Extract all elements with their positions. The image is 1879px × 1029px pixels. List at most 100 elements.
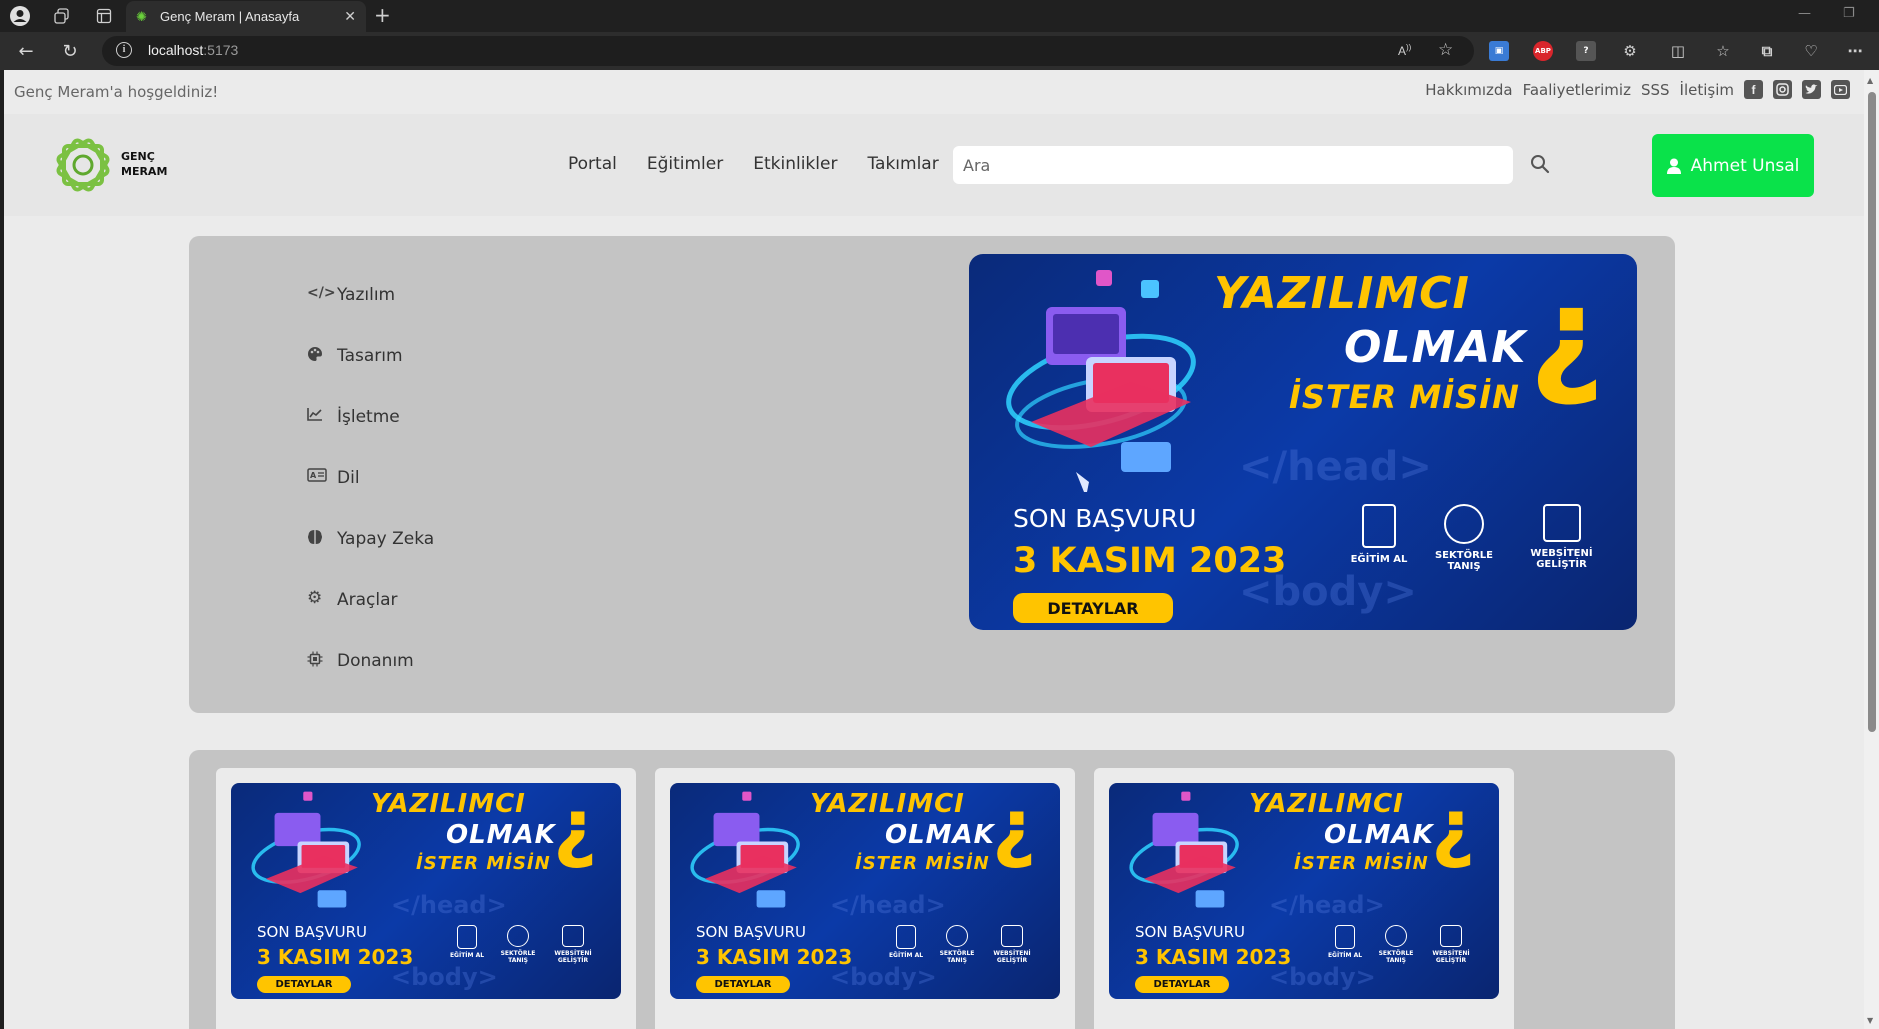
page-scrollbar[interactable]: ▲ ▼	[1864, 70, 1879, 1029]
banner-details-button[interactable]: DETAYLAR	[696, 976, 790, 993]
code-icon: </>	[307, 284, 336, 301]
category-label: Dil	[337, 467, 360, 488]
address-bar[interactable]: i localhost:5173 A)) ☆	[102, 36, 1474, 66]
twitter-icon[interactable]	[1802, 80, 1821, 99]
banner-headline-3: İSTER MİSİN	[416, 853, 551, 874]
tab-actions-icon[interactable]	[92, 4, 116, 28]
extension-unknown-icon[interactable]: ?	[1576, 41, 1596, 61]
banner-yazilimci: </head> <body> YAZILIMCI OLMAK İSTER MİS…	[670, 783, 1060, 999]
profile-icon[interactable]	[8, 4, 32, 28]
developer-illustration-icon	[1006, 270, 1196, 492]
browser-tab-active[interactable]: ✺ Genç Meram | Anasayfa ✕	[126, 1, 366, 32]
banner-feature-education: EĞİTİM AL	[443, 925, 491, 959]
category-item-business[interactable]: İşletme	[307, 386, 434, 447]
page-viewport: Genç Meram'a hoşgeldiniz! Hakkımızda Faa…	[4, 70, 1864, 1029]
svg-text:A: A	[310, 471, 317, 480]
scrollbar-thumb[interactable]	[1868, 92, 1876, 732]
settings-more-icon[interactable]: ⋯	[1845, 41, 1865, 61]
split-screen-icon[interactable]: ◫	[1668, 41, 1688, 61]
banner-deadline-date: 3 KASIM 2023	[1135, 945, 1292, 969]
scroll-down-icon[interactable]: ▼	[1867, 1016, 1873, 1025]
banner-question-mark: ¿	[1431, 783, 1476, 871]
banner-yazilimci: </head> <body> YAZILIMCI OLMAK İSTER MİS…	[231, 783, 621, 999]
banner-headline-3: İSTER MİSİN	[1289, 378, 1520, 416]
link-about[interactable]: Hakkımızda	[1425, 81, 1512, 99]
category-item-design[interactable]: Tasarım	[307, 325, 434, 386]
banner-details-button[interactable]: DETAYLAR	[1135, 976, 1229, 993]
category-label: Donanım	[337, 650, 414, 671]
category-item-language[interactable]: A Dil	[307, 447, 434, 508]
minimize-icon[interactable]: —	[1798, 6, 1811, 21]
banner-feature-sector: SEKTÖRLE TANIŞ	[494, 925, 542, 964]
banner-bg-text: </head>	[1239, 444, 1432, 490]
banner-headline-3: İSTER MİSİN	[855, 853, 990, 874]
event-card[interactable]: </head> <body> YAZILIMCI OLMAK İSTER MİS…	[216, 768, 636, 1029]
banner-feature-sector: SEKTÖRLE TANIŞ	[1372, 925, 1420, 964]
new-tab-icon[interactable]: +	[374, 3, 391, 27]
instagram-icon[interactable]	[1773, 80, 1792, 99]
banner-headline-2: OLMAK	[1344, 322, 1527, 373]
link-activities[interactable]: Faaliyetlerimiz	[1523, 81, 1631, 99]
banner-feature-website: WEBSİTENİ GELİŞTİR	[1425, 925, 1477, 964]
developer-illustration-icon	[251, 791, 361, 908]
read-aloud-icon[interactable]: A))	[1398, 43, 1411, 58]
nav-teams[interactable]: Takımlar	[867, 154, 938, 174]
event-card[interactable]: </head> <body> YAZILIMCI OLMAK İSTER MİS…	[655, 768, 1075, 1029]
gear-icon: ⚙	[307, 588, 323, 608]
extensions-icon[interactable]: ⚙	[1620, 41, 1640, 61]
nav-portal[interactable]: Portal	[568, 154, 617, 174]
banner-deadline-date: 3 KASIM 2023	[257, 945, 414, 969]
hero-banner[interactable]: </head> <body> YAZILIMCI OLMAK İSTER MİS…	[969, 254, 1637, 630]
facebook-icon[interactable]: f	[1744, 80, 1763, 99]
user-name: Ahmet Unsal	[1690, 155, 1800, 176]
link-contact[interactable]: İletişim	[1680, 81, 1734, 99]
banner-feature-education: EĞİTİM AL	[882, 925, 930, 959]
adblock-plus-icon[interactable]: ABP	[1533, 41, 1553, 61]
banner-deadline-label: SON BAŞVURU	[1013, 504, 1197, 533]
link-faq[interactable]: SSS	[1641, 81, 1670, 99]
restore-icon[interactable]: ❐	[1843, 6, 1855, 21]
card-banner[interactable]: </head> <body> YAZILIMCI OLMAK İSTER MİS…	[1109, 783, 1499, 999]
banner-feature-sector: SEKTÖRLE TANIŞ	[1424, 504, 1504, 572]
extension-translate-icon[interactable]: ▣	[1489, 41, 1509, 61]
favorite-star-icon[interactable]: ☆	[1438, 40, 1453, 60]
event-card[interactable]: </head> <body> YAZILIMCI OLMAK İSTER MİS…	[1094, 768, 1514, 1029]
close-tab-icon[interactable]: ✕	[344, 8, 356, 25]
url-text[interactable]: localhost:5173	[148, 42, 238, 58]
youtube-icon[interactable]	[1831, 80, 1850, 99]
logo-text[interactable]: GENÇ MERAM	[121, 149, 167, 179]
nav-events[interactable]: Etkinlikler	[753, 154, 837, 174]
collections-icon[interactable]: ⧉	[1757, 41, 1777, 61]
search-input[interactable]	[953, 146, 1513, 184]
search-icon[interactable]	[1528, 152, 1552, 176]
banner-headline-3: İSTER MİSİN	[1294, 853, 1429, 874]
chart-line-icon	[307, 407, 333, 427]
category-list: </> Yazılım Tasarım İşletme A Dil Yapay …	[307, 264, 434, 691]
category-item-tools[interactable]: ⚙ Araçlar	[307, 569, 434, 630]
hero-section: </> Yazılım Tasarım İşletme A Dil Yapay …	[189, 236, 1675, 713]
welcome-text: Genç Meram'a hoşgeldiniz!	[14, 83, 219, 101]
banner-details-button[interactable]: DETAYLAR	[1013, 593, 1173, 623]
nav-trainings[interactable]: Eğitimler	[647, 154, 723, 174]
banner-feature-sector: SEKTÖRLE TANIŞ	[933, 925, 981, 964]
back-icon[interactable]: ←	[14, 39, 38, 63]
card-banner[interactable]: </head> <body> YAZILIMCI OLMAK İSTER MİS…	[670, 783, 1060, 999]
banner-headline-1: YAZILIMCI	[1214, 268, 1470, 319]
banner-headline-1: YAZILIMCI	[810, 789, 965, 819]
category-item-ai[interactable]: Yapay Zeka	[307, 508, 434, 569]
banner-deadline-label: SON BAŞVURU	[1135, 923, 1246, 941]
browser-tabbar: ✺ Genç Meram | Anasayfa ✕ + — ❐	[0, 0, 1879, 32]
favorites-icon[interactable]: ☆	[1713, 41, 1733, 61]
browser-essentials-icon[interactable]: ♡	[1801, 41, 1821, 61]
banner-details-button[interactable]: DETAYLAR	[257, 976, 351, 993]
scroll-up-icon[interactable]: ▲	[1867, 76, 1873, 85]
workspaces-icon[interactable]	[50, 4, 74, 28]
refresh-icon[interactable]: ↻	[58, 39, 82, 63]
category-item-software[interactable]: </> Yazılım	[307, 264, 434, 325]
card-banner[interactable]: </head> <body> YAZILIMCI OLMAK İSTER MİS…	[231, 783, 621, 999]
user-account-button[interactable]: Ahmet Unsal	[1652, 134, 1814, 197]
genc-meram-logo-icon[interactable]	[50, 132, 116, 198]
banner-headline-2: OLMAK	[885, 820, 995, 850]
site-info-icon[interactable]: i	[116, 42, 132, 58]
category-item-hardware[interactable]: Donanım	[307, 630, 434, 691]
